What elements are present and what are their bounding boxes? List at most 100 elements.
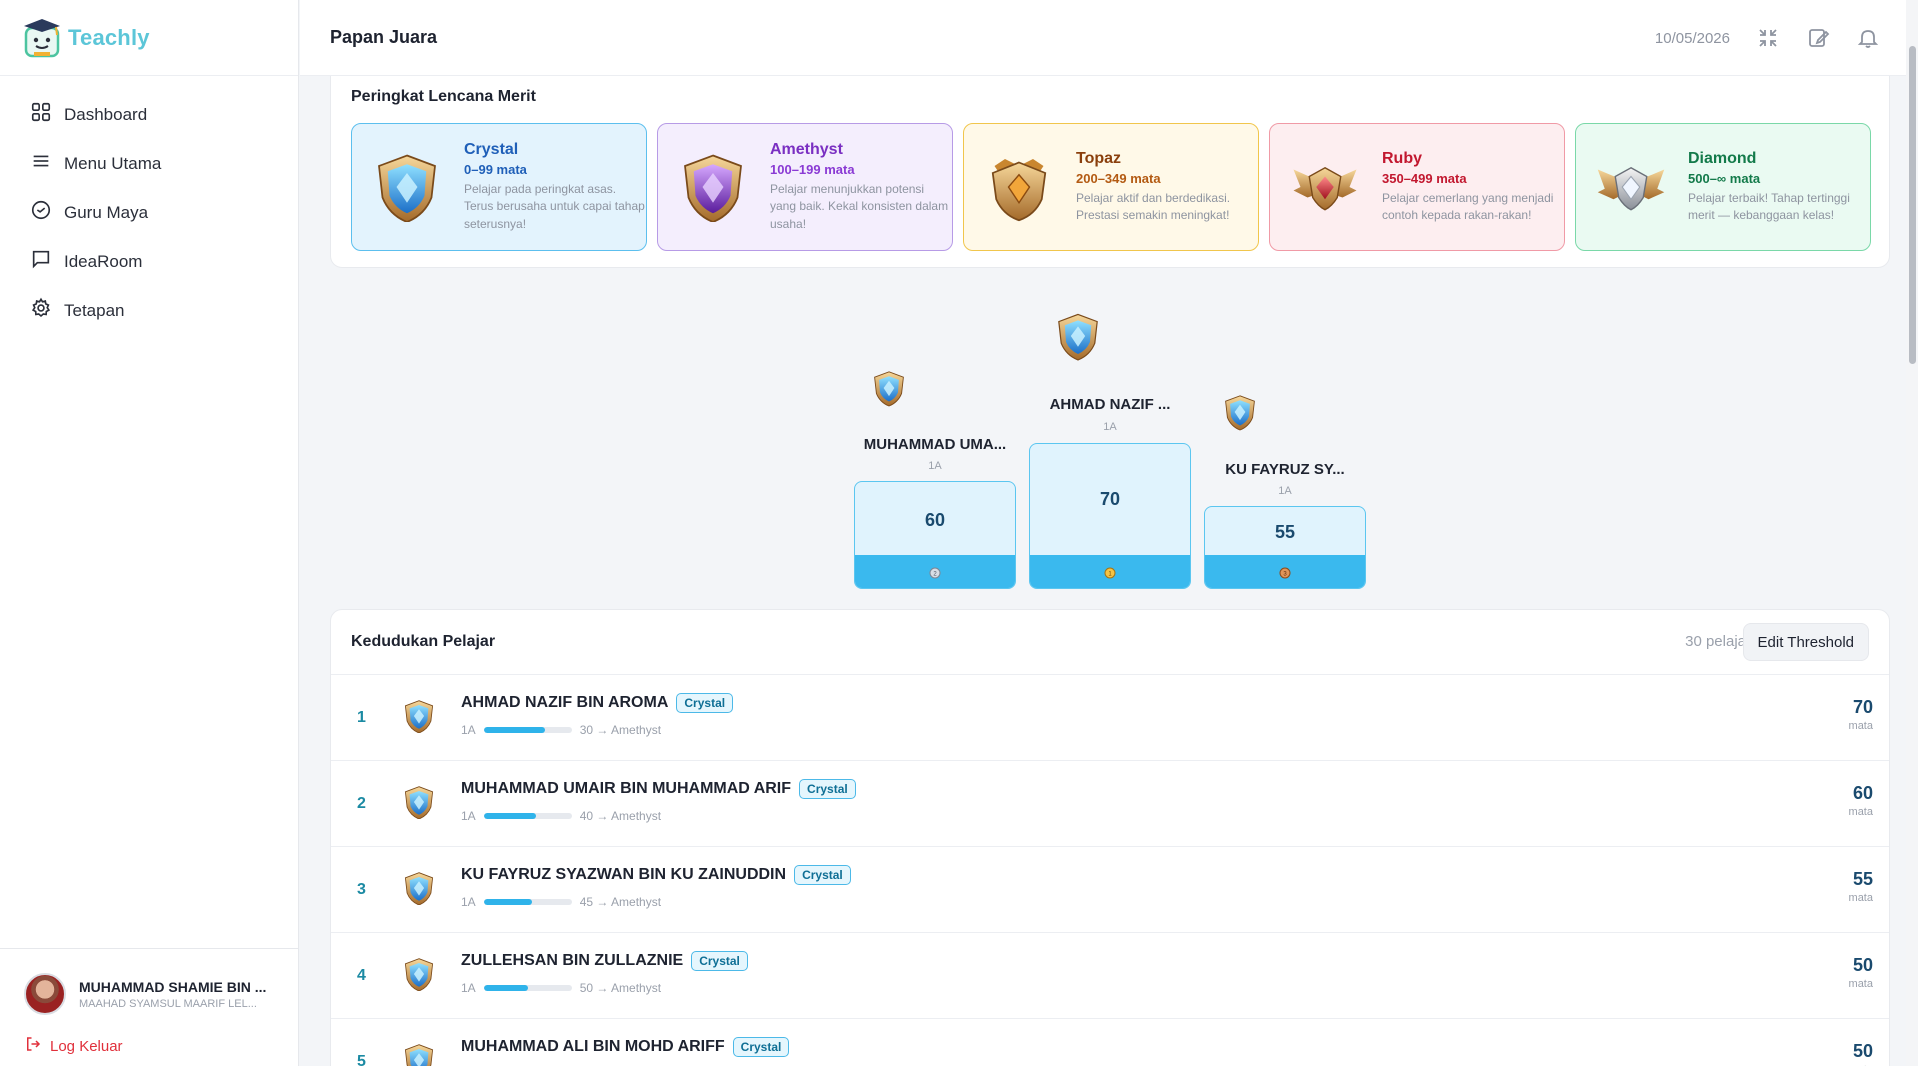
points-unit: mata <box>1848 892 1873 904</box>
badge-range: 350–499 mata <box>1382 170 1467 186</box>
diamond-badge-icon <box>1596 152 1666 222</box>
podium-name: KU FAYRUZ SY... <box>1225 461 1345 478</box>
progress-bar <box>483 985 572 991</box>
badge-name: Topaz <box>1076 149 1122 167</box>
bronze-medal-icon: 3 <box>1279 567 1291 578</box>
menu-icon <box>30 150 64 177</box>
collapse-fullscreen-icon[interactable] <box>1756 26 1780 50</box>
progress-bar <box>483 813 572 819</box>
silver-medal-icon: 2 <box>929 567 941 578</box>
topaz-badge-icon <box>984 152 1054 222</box>
badge-pill: Crystal <box>691 951 748 971</box>
crystal-badge-icon <box>874 371 904 407</box>
sidebar-item-idearoom[interactable]: IdeaRoom <box>0 237 298 286</box>
app-logo[interactable]: Teachly <box>0 0 298 76</box>
badge-range: 500–∞ mata <box>1688 170 1761 186</box>
points-value: 55 <box>1852 869 1873 889</box>
logout-icon <box>24 1035 50 1057</box>
sidebar-item-label: Guru Maya <box>64 202 149 222</box>
user-panel: MUHAMMAD SHAMIE BIN ... MAAHAD SYAMSUL M… <box>0 948 299 1066</box>
sidebar-item-label: Menu Utama <box>64 153 162 173</box>
badge-pill: Crystal <box>799 779 856 799</box>
theme-toggle-icon[interactable] <box>1806 26 1830 50</box>
badge-pill: Crystal <box>732 1037 790 1057</box>
podium-class: 1A <box>928 460 942 472</box>
badge-range: 100–199 mata <box>770 161 855 177</box>
gold-medal-icon: 1 <box>1104 567 1116 578</box>
app-name: Teachly <box>68 24 150 50</box>
points: 50 mata <box>1849 955 1873 990</box>
gear-icon <box>30 297 64 324</box>
sidebar-item-tetapan[interactable]: Tetapan <box>0 286 298 335</box>
notification-bell-icon[interactable] <box>1856 26 1880 50</box>
sidebar-item-label: Dashboard <box>64 104 148 124</box>
progress-fill <box>483 813 537 819</box>
crystal-badge-icon <box>404 958 434 991</box>
logout-button[interactable]: Log Keluar <box>24 1035 299 1057</box>
student-standings-card: Kedudukan Pelajar 30 pelajar Edit Thresh… <box>330 609 1890 1066</box>
progress-fill <box>483 985 528 991</box>
points: 60 mata <box>1849 783 1873 818</box>
podium-footer: 3 <box>1205 555 1365 588</box>
table-row[interactable]: 4 ZULLEHSAN BIN ZULLAZNIE Crystal 1A 50 … <box>331 933 1889 1019</box>
sidebar-item-dashboard[interactable]: Dashboard <box>0 90 298 139</box>
points-value: 50 <box>1852 955 1873 975</box>
edit-threshold-button[interactable]: Edit Threshold <box>1742 623 1869 661</box>
points: 70 mata <box>1849 697 1873 732</box>
rank-number: 3 <box>357 881 366 898</box>
points-unit: mata <box>1848 720 1873 732</box>
top-header: Papan Juara 10/05/2026 <box>300 0 1906 76</box>
sidebar-item-guru-maya[interactable]: Guru Maya <box>0 188 298 237</box>
badge-tier-ruby: Ruby 350–499 mata Pelajar cemerlang yang… <box>1269 123 1565 251</box>
crystal-badge-icon <box>1058 313 1098 361</box>
crystal-badge-icon <box>404 786 434 819</box>
podium-points: 60 <box>924 510 946 530</box>
table-row[interactable]: 5 MUHAMMAD ALI BIN MOHD ARIFF Crystal 1A… <box>331 1019 1889 1066</box>
badge-name: Diamond <box>1688 149 1757 167</box>
progress-fill <box>483 899 533 905</box>
next-tier-text: 45 → Amethyst <box>579 895 662 909</box>
student-meta: 1A 40 → Amethyst <box>461 809 661 823</box>
table-row[interactable]: 2 MUHAMMAD UMAIR BIN MUHAMMAD ARIF Cryst… <box>331 761 1889 847</box>
badge-tier-diamond: Diamond 500–∞ mata Pelajar terbaik! Taha… <box>1575 123 1871 251</box>
standings-title: Kedudukan Pelajar <box>351 633 496 650</box>
podium-name: AHMAD NAZIF ... <box>1049 396 1171 413</box>
points: 55 mata <box>1849 869 1873 904</box>
badge-tier-topaz: Topaz 200–349 mata Pelajar aktif dan ber… <box>963 123 1259 251</box>
rank-number: 4 <box>357 967 366 984</box>
student-meta: 1A 50 → Amethyst <box>461 981 661 995</box>
next-tier-text: 40 → Amethyst <box>579 809 662 823</box>
badges-title: Peringkat Lencana Merit <box>351 88 536 105</box>
progress-fill <box>483 727 546 733</box>
badge-description: Pelajar cemerlang yang menjadi contoh ke… <box>1382 190 1554 222</box>
points-unit: mata <box>1848 806 1873 818</box>
student-name: MUHAMMAD UMAIR BIN MUHAMMAD ARIF <box>461 780 792 797</box>
student-name-group: MUHAMMAD ALI BIN MOHD ARIFF Crystal <box>461 1037 790 1057</box>
next-tier-text: 30 → Amethyst <box>579 723 662 737</box>
rank-number: 2 <box>357 795 366 812</box>
badge-tier-list: Crystal 0–99 mata Pelajar pada peringkat… <box>351 123 1871 251</box>
page-scrollbar[interactable] <box>1906 0 1918 1066</box>
podium-name: MUHAMMAD UMA... <box>863 436 1007 453</box>
table-row[interactable]: 1 AHMAD NAZIF BIN AROMA Crystal 1A 30 → … <box>331 675 1889 761</box>
badge-tier-crystal: Crystal 0–99 mata Pelajar pada peringkat… <box>351 123 647 251</box>
student-class: 1A <box>461 981 476 995</box>
sidebar-item-menu-utama[interactable]: Menu Utama <box>0 139 298 188</box>
user-info: MUHAMMAD SHAMIE BIN ... MAAHAD SYAMSUL M… <box>79 979 266 1010</box>
user-profile[interactable]: MUHAMMAD SHAMIE BIN ... MAAHAD SYAMSUL M… <box>24 973 299 1015</box>
podium-footer: 1 <box>1030 555 1190 588</box>
rank-number: 5 <box>357 1053 366 1066</box>
podium-block: 60 2 <box>854 481 1016 589</box>
header-actions: 10/05/2026 <box>1655 0 1906 76</box>
table-row[interactable]: 3 KU FAYRUZ SYAZWAN BIN KU ZAINUDDIN Cry… <box>331 847 1889 933</box>
next-tier-text: 50 → Amethyst <box>579 981 662 995</box>
podium-class: 1A <box>1278 485 1292 497</box>
crystal-badge-icon <box>404 1044 434 1066</box>
badge-description: Pelajar menunjukkan potensi yang baik. K… <box>770 181 949 231</box>
scrollbar-thumb[interactable] <box>1909 46 1916 364</box>
avatar <box>24 973 66 1015</box>
merit-badge-tiers-card: Peringkat Lencana Merit Crystal 0–99 mat… <box>330 76 1890 268</box>
badge-range: 0–99 mata <box>464 161 527 177</box>
ruby-badge-icon <box>1290 152 1360 222</box>
badge-range: 200–349 mata <box>1076 170 1161 186</box>
